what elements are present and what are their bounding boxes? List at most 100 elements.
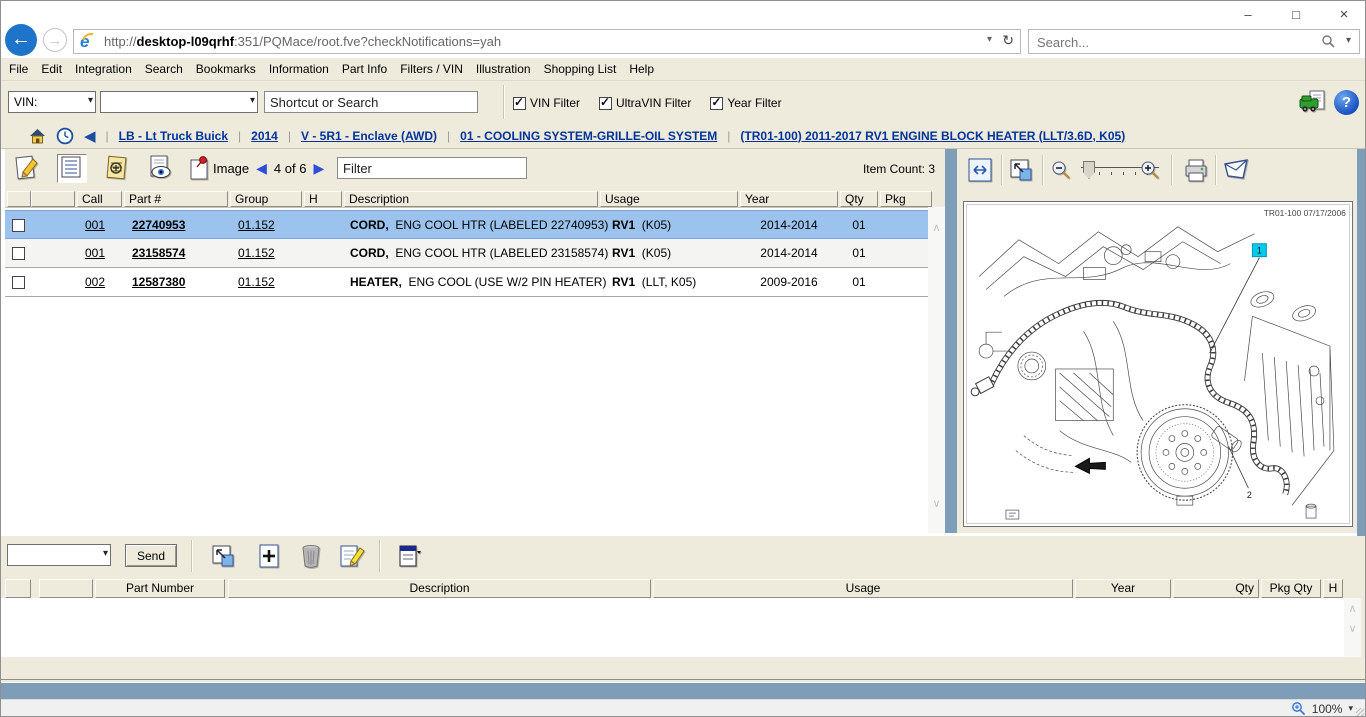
cart-column-header-description[interactable]: Description xyxy=(228,579,651,598)
group-link[interactable]: 01.152 xyxy=(238,275,275,289)
mail-icon[interactable] xyxy=(1223,158,1249,182)
zoom-level[interactable]: 100% xyxy=(1312,702,1343,716)
menu-help[interactable]: Help xyxy=(629,62,654,76)
parts-table-row[interactable]: 0012274095301.152CORD, ENG COOL HTR (LAB… xyxy=(5,210,928,239)
browser-search-box[interactable]: ▾ xyxy=(1028,29,1360,54)
checkbox-ultravin-filter[interactable]: ✓UltraVIN Filter xyxy=(599,96,691,110)
url-dropdown-icon[interactable]: ▾ xyxy=(987,34,992,45)
checkbox-box[interactable]: ✓ xyxy=(599,97,612,110)
edit-item-icon[interactable] xyxy=(339,543,365,569)
browser-forward-button[interactable]: → xyxy=(43,28,67,52)
cart-column-header-part-number[interactable]: Part Number xyxy=(95,579,225,598)
parts-table-row[interactable]: 0021258738001.152HEATER, ENG COOL (USE W… xyxy=(5,268,928,297)
resize-grip[interactable] xyxy=(1356,708,1364,716)
menu-illustration[interactable]: Illustration xyxy=(476,62,531,76)
shopping-list-add-icon[interactable] xyxy=(103,154,131,182)
parts-column-header-Pkg[interactable]: Pkg xyxy=(880,191,932,207)
menu-integration[interactable]: Integration xyxy=(75,62,132,76)
breadcrumb-back-icon[interactable]: ◀ xyxy=(84,127,96,145)
vertical-splitter[interactable] xyxy=(945,149,957,533)
menu-information[interactable]: Information xyxy=(269,62,329,76)
shortcut-search-input[interactable] xyxy=(264,91,478,113)
parts-column-header-Call[interactable]: Call xyxy=(77,191,122,207)
parts-column-header-Qty[interactable]: Qty xyxy=(840,191,878,207)
part-number-link[interactable]: 12587380 xyxy=(132,275,185,289)
horizontal-splitter[interactable] xyxy=(1,683,1366,699)
menu-file[interactable]: File xyxy=(9,62,28,76)
zoom-slider-thumb[interactable] xyxy=(1083,161,1095,179)
parts-filter-input[interactable] xyxy=(337,157,527,179)
checkbox-box[interactable]: ✓ xyxy=(513,97,526,110)
group-link[interactable]: 01.152 xyxy=(238,218,275,232)
model-selector[interactable]: ▾ xyxy=(100,91,258,113)
row-checkbox[interactable] xyxy=(12,276,25,289)
minimize-button[interactable]: – xyxy=(1233,6,1263,24)
vin-selector[interactable]: VIN:▾ xyxy=(8,91,96,113)
checkbox-box[interactable]: ✓ xyxy=(710,97,723,110)
address-bar[interactable]: e http://desktop-l09qrhf:351/PQMace/root… xyxy=(73,29,1021,54)
list-view-icon[interactable] xyxy=(57,154,87,183)
browser-back-button[interactable]: ← xyxy=(5,24,37,56)
checkbox-vin-filter[interactable]: ✓VIN Filter xyxy=(513,96,580,110)
part-number-link[interactable]: 23158574 xyxy=(132,246,185,260)
print-icon[interactable] xyxy=(1183,158,1209,184)
cart-selector[interactable]: ▾ xyxy=(7,544,111,566)
add-item-icon[interactable] xyxy=(257,543,281,569)
resize-pane-icon[interactable] xyxy=(211,544,235,568)
scroll-down-icon[interactable]: ∨ xyxy=(928,497,945,510)
pin-note-icon[interactable] xyxy=(187,154,213,182)
url-text[interactable]: http://desktop-l09qrhf:351/PQMace/root.f… xyxy=(104,34,964,50)
menu-filters-vin[interactable]: Filters / VIN xyxy=(400,62,463,76)
menu-edit[interactable]: Edit xyxy=(41,62,62,76)
menu-bookmarks[interactable]: Bookmarks xyxy=(196,62,256,76)
cart-column-header-year[interactable]: Year xyxy=(1075,579,1171,598)
cart-scrollbar[interactable]: ∧ ∨ xyxy=(1344,598,1361,657)
row-checkbox[interactable] xyxy=(12,219,25,232)
scroll-up-icon[interactable]: ∧ xyxy=(1344,602,1361,615)
delete-item-icon[interactable] xyxy=(299,543,323,569)
preview-icon[interactable] xyxy=(147,154,175,182)
previous-image-button[interactable]: ◀ xyxy=(256,160,267,177)
breadcrumb-link-0[interactable]: LB - Lt Truck Buick xyxy=(119,129,228,143)
group-link[interactable]: 01.152 xyxy=(238,246,275,260)
call-link[interactable]: 002 xyxy=(85,275,105,289)
zoom-icon[interactable] xyxy=(1291,701,1306,716)
zoom-in-icon[interactable] xyxy=(1139,159,1161,181)
parts-column-header-blank[interactable] xyxy=(31,191,75,207)
cart-column-header-qty[interactable]: Qty xyxy=(1173,579,1259,598)
close-button[interactable]: × xyxy=(1329,6,1359,24)
parts-table-row[interactable]: 0012315857401.152CORD, ENG COOL HTR (LAB… xyxy=(5,239,928,268)
cart-column-header-h[interactable]: H xyxy=(1323,579,1343,598)
row-checkbox[interactable] xyxy=(12,247,25,260)
part-number-link[interactable]: 22740953 xyxy=(132,218,185,232)
parts-column-header-Group[interactable]: Group xyxy=(230,191,302,207)
next-image-button[interactable]: ▶ xyxy=(313,160,324,177)
home-icon[interactable] xyxy=(29,128,46,144)
checkbox-year-filter[interactable]: ✓Year Filter xyxy=(710,96,781,110)
breadcrumb-link-1[interactable]: 2014 xyxy=(251,129,278,143)
parts-column-header-Usage[interactable]: Usage xyxy=(600,191,738,207)
help-icon[interactable]: ? xyxy=(1334,90,1359,115)
cart-column-header-usage[interactable]: Usage xyxy=(653,579,1073,598)
illustration-canvas[interactable]: 1 2 TR01-100 07/17/2006 xyxy=(963,201,1353,527)
parts-column-header-blank[interactable] xyxy=(7,191,31,207)
refresh-icon[interactable]: ↻ xyxy=(1002,32,1014,49)
zoom-out-icon[interactable] xyxy=(1050,159,1072,181)
menu-part-info[interactable]: Part Info xyxy=(342,62,387,76)
cart-column-header-blank[interactable] xyxy=(5,579,31,598)
maximize-button[interactable]: □ xyxy=(1281,6,1311,24)
column-settings-icon[interactable] xyxy=(397,543,423,569)
edit-note-icon[interactable] xyxy=(15,154,41,182)
fit-page-icon[interactable] xyxy=(1009,158,1033,182)
breadcrumb-link-3[interactable]: 01 - COOLING SYSTEM-GRILLE-OIL SYSTEM xyxy=(460,129,717,143)
menu-search[interactable]: Search xyxy=(145,62,183,76)
parts-column-header-Year[interactable]: Year xyxy=(740,191,838,207)
cart-column-header-blank[interactable] xyxy=(39,579,93,598)
scroll-down-icon[interactable]: ∨ xyxy=(1344,622,1361,635)
send-button[interactable]: Send xyxy=(125,544,177,567)
scroll-up-icon[interactable]: ∧ xyxy=(928,221,945,234)
fit-width-icon[interactable] xyxy=(968,158,992,182)
call-link[interactable]: 001 xyxy=(85,218,105,232)
breadcrumb-link-2[interactable]: V - 5R1 - Enclave (AWD) xyxy=(301,129,437,143)
search-icon[interactable] xyxy=(1321,34,1335,48)
